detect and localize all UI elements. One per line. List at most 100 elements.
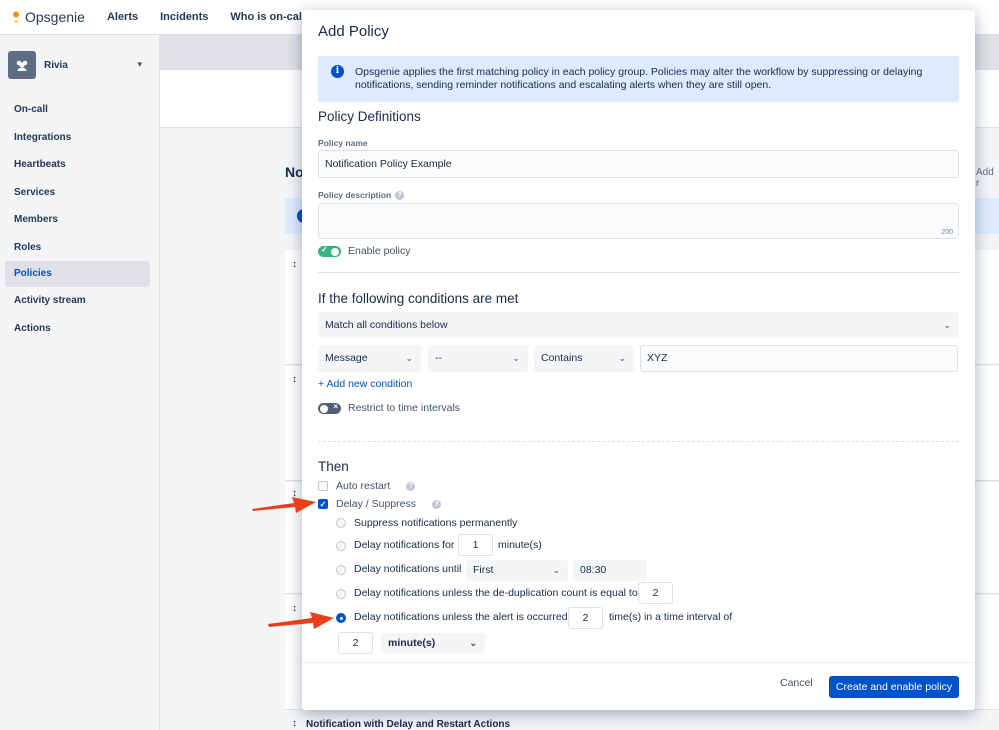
interval-unit-select[interactable]: minute(s) ⌄ [381, 633, 485, 653]
add-policy-button[interactable]: Add r [976, 167, 999, 189]
sidebar-item-policies[interactable]: Policies [5, 261, 150, 287]
annotation-arrow-icon [252, 497, 316, 513]
policy-name-input[interactable]: Notification Policy Example [318, 150, 959, 178]
sidebar-item-heartbeats[interactable]: Heartbeats [5, 152, 150, 178]
auto-restart-label-text: Auto restart [336, 480, 391, 492]
nav-alerts[interactable]: Alerts [107, 11, 138, 23]
interval-unit-value: minute(s) [388, 637, 436, 649]
conditions-heading: If the following conditions are met [318, 291, 519, 306]
auto-restart-label: Auto restart? [336, 480, 416, 492]
auto-restart-checkbox[interactable] [318, 481, 328, 491]
help-icon[interactable]: ? [395, 191, 405, 201]
condition-not-value: -- [435, 352, 442, 364]
suppress-permanently-label: Suppress notifications permanently [354, 517, 518, 529]
unless-dedup-input[interactable]: 2 [638, 582, 673, 604]
drag-handle-icon[interactable]: ↕ [292, 718, 297, 729]
chevron-down-icon: ⌄ [943, 320, 951, 330]
restrict-time-toggle[interactable]: × [318, 402, 341, 414]
enable-policy-label: Enable policy [348, 245, 411, 257]
match-conditions-select[interactable]: Match all conditions below ⌄ [318, 312, 959, 338]
sidebar-item-roles[interactable]: Roles [5, 235, 150, 261]
nav-incidents[interactable]: Incidents [160, 11, 208, 23]
condition-field-value: Message [325, 352, 368, 364]
annotation-arrow-icon [268, 612, 334, 629]
unless-dedup-label: Delay notifications unless the de-duplic… [354, 587, 638, 599]
toggle-knob [320, 404, 328, 413]
unless-occurred-suffix: time(s) in a time interval of [609, 611, 733, 623]
team-icon [16, 60, 28, 71]
policy-description-label: Policy description? [318, 190, 405, 201]
delay-for-input[interactable]: 1 [458, 534, 493, 556]
info-message: i Opsgenie applies the first matching po… [318, 56, 959, 102]
sidebar: Rivia ▾ On-call Integrations Heartbeats … [0, 35, 160, 730]
brand-name: Opsgenie [25, 9, 85, 25]
drag-handle-icon[interactable]: ↕ [292, 374, 297, 385]
page-title: No [285, 164, 304, 180]
unless-occurred-label: Delay notifications unless the alert is … [354, 611, 568, 623]
opsgenie-logo[interactable]: Opsgenie [11, 9, 85, 25]
divider [318, 272, 959, 273]
team-switcher[interactable]: Rivia ▾ [8, 51, 150, 79]
team-name: Rivia [44, 59, 68, 71]
chevron-down-icon: ⌄ [618, 353, 626, 363]
delay-suppress-checkbox[interactable]: ✓ [318, 499, 328, 509]
opsgenie-logo-icon [12, 11, 20, 23]
close-icon: × [333, 402, 338, 411]
chevron-down-icon: ▾ [137, 59, 142, 69]
sidebar-item-integrations[interactable]: Integrations [5, 125, 150, 151]
suppress-permanently-radio[interactable] [336, 518, 346, 528]
sidebar-item-activity-stream[interactable]: Activity stream [5, 288, 150, 314]
unless-dedup-radio[interactable] [336, 589, 346, 599]
chevron-down-icon: ⌄ [552, 565, 560, 575]
cancel-button[interactable]: Cancel [780, 677, 813, 689]
add-policy-dialog: Add Policy i Opsgenie applies the first … [302, 10, 975, 710]
nav-who-is-on-call[interactable]: Who is on-call [230, 11, 305, 23]
unless-occurred-radio[interactable] [336, 613, 346, 623]
chevron-down-icon: ⌄ [405, 353, 413, 363]
delay-until-radio[interactable] [336, 565, 346, 575]
delay-until-time-input[interactable]: 08:30 [573, 560, 647, 581]
team-avatar [8, 51, 36, 79]
sidebar-item-members[interactable]: Members [5, 207, 150, 233]
unless-occurred-input[interactable]: 2 [568, 607, 603, 629]
character-counter: 200 [941, 229, 953, 236]
delay-suppress-label: Delay / Suppress? [336, 498, 441, 510]
delay-for-unit: minute(s) [498, 539, 542, 551]
enable-policy-toggle[interactable]: ✓ [318, 245, 341, 257]
condition-value-input[interactable]: XYZ [640, 345, 958, 372]
policy-row-title[interactable]: Notification with Delay and Restart Acti… [306, 719, 510, 730]
add-condition-link[interactable]: + Add new condition [318, 378, 412, 390]
drag-handle-icon[interactable]: ↕ [292, 259, 297, 270]
policy-definitions-heading: Policy Definitions [318, 109, 421, 124]
toggle-knob [331, 247, 339, 256]
restrict-time-label: Restrict to time intervals [348, 402, 461, 414]
info-text: Opsgenie applies the first matching poli… [355, 66, 923, 91]
delay-until-day-value: First [473, 564, 494, 576]
dialog-title: Add Policy [318, 23, 389, 40]
delay-suppress-label-text: Delay / Suppress [336, 498, 416, 510]
condition-not-select[interactable]: -- ⌄ [428, 345, 528, 372]
divider [318, 441, 959, 442]
interval-value-input[interactable]: 2 [338, 632, 373, 654]
sidebar-item-on-call[interactable]: On-call [5, 97, 150, 123]
info-icon: i [331, 65, 344, 78]
help-icon[interactable]: ? [406, 481, 416, 491]
check-icon: ✓ [321, 245, 328, 254]
policy-name-label: Policy name [318, 138, 368, 148]
delay-until-label: Delay notifications until [354, 563, 462, 575]
policy-description-input[interactable]: 200 [318, 203, 959, 239]
delay-for-label: Delay notifications for [354, 539, 455, 551]
condition-field-select[interactable]: Message ⌄ [318, 345, 421, 372]
condition-operator-select[interactable]: Contains ⌄ [534, 345, 634, 372]
sidebar-item-services[interactable]: Services [5, 180, 150, 206]
match-conditions-value: Match all conditions below [325, 319, 448, 331]
delay-for-radio[interactable] [336, 541, 346, 551]
chevron-down-icon: ⌄ [512, 353, 520, 363]
chevron-down-icon: ⌄ [469, 638, 477, 648]
then-heading: Then [318, 459, 349, 474]
sidebar-item-actions[interactable]: Actions [5, 316, 150, 342]
help-icon[interactable]: ? [431, 499, 441, 509]
create-and-enable-policy-button[interactable]: Create and enable policy [829, 676, 959, 698]
condition-operator-value: Contains [541, 352, 583, 364]
delay-until-day-select[interactable]: First ⌄ [466, 560, 568, 581]
